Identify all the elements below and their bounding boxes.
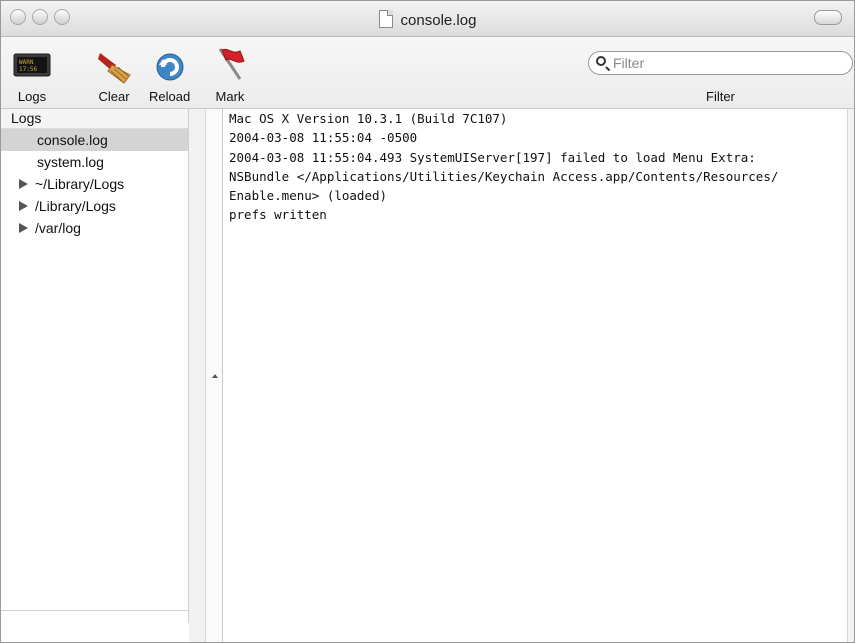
- mark-button-label: Mark: [215, 89, 245, 104]
- sidebar-item-user-library-logs[interactable]: ~/Library/Logs: [1, 173, 188, 195]
- clear-button-label: Clear: [98, 89, 130, 104]
- logs-button-label: Logs: [17, 89, 47, 104]
- sidebar-footer: [1, 610, 188, 623]
- mark-button[interactable]: Mark: [210, 45, 250, 104]
- console-line: Enable.menu> (loaded): [229, 188, 388, 204]
- window-title-text: console.log: [400, 12, 477, 29]
- reload-button-label: Reload: [149, 89, 191, 104]
- window-title: console.log: [1, 10, 854, 29]
- disclosure-triangle-icon[interactable]: [19, 223, 28, 233]
- logs-sidebar: Logs console.log system.log ~/Library/Lo…: [1, 109, 189, 623]
- sidebar-item-var-log[interactable]: /var/log: [1, 217, 188, 239]
- toolbar-toggle-button[interactable]: [814, 10, 842, 25]
- reload-button[interactable]: Reload: [149, 45, 190, 104]
- disclosure-triangle-icon[interactable]: [19, 179, 28, 189]
- svg-text:WARN: WARN: [19, 59, 34, 66]
- sidebar-item-library-logs[interactable]: /Library/Logs: [1, 195, 188, 217]
- console-scrollbar[interactable]: [847, 109, 854, 642]
- console-line: 2004-03-08 11:55:04.493 SystemUIServer[1…: [229, 149, 756, 165]
- sidebar-item-label: /var/log: [35, 220, 81, 236]
- console-line: prefs written: [229, 207, 327, 223]
- console-line: Mac OS X Version 10.3.1 (Build 7C107): [229, 111, 508, 126]
- console-log-view[interactable]: Mac OS X Version 10.3.1 (Build 7C107) 20…: [223, 109, 847, 642]
- disclosure-triangle-icon[interactable]: [19, 201, 28, 211]
- broom-icon: [94, 45, 134, 85]
- sidebar-item-label: system.log: [37, 154, 104, 170]
- console-window: console.log WARN 17:56 Logs Clear Reload…: [0, 0, 855, 643]
- sidebar-item-label: console.log: [37, 132, 108, 148]
- svg-text:17:56: 17:56: [19, 66, 37, 73]
- clear-button[interactable]: Clear: [94, 45, 134, 104]
- sidebar-item-system-log[interactable]: system.log: [1, 151, 188, 173]
- filter-input[interactable]: [588, 51, 853, 75]
- filter-label: Filter: [706, 89, 735, 104]
- document-icon: [378, 10, 393, 28]
- logs-icon: WARN 17:56: [12, 45, 52, 85]
- flag-icon: [210, 45, 250, 85]
- sidebar-item-label: ~/Library/Logs: [35, 176, 125, 192]
- console-line: NSBundle </Applications/Utilities/Keycha…: [229, 168, 779, 184]
- console-line: 2004-03-08 11:55:04 -0500: [229, 130, 418, 146]
- sidebar-header: Logs: [1, 109, 188, 129]
- title-bar[interactable]: console.log: [1, 1, 854, 37]
- collapse-caret-icon[interactable]: [212, 374, 218, 378]
- sidebar-item-label: /Library/Logs: [35, 198, 116, 214]
- logs-button[interactable]: WARN 17:56 Logs: [12, 45, 52, 104]
- toolbar: WARN 17:56 Logs Clear Reload Mark Filter…: [1, 37, 854, 109]
- split-view-divider[interactable]: [189, 109, 223, 642]
- sidebar-item-console-log[interactable]: console.log: [1, 129, 188, 151]
- search-icon: [596, 56, 606, 66]
- filter-search: [588, 51, 853, 75]
- reload-icon: [150, 45, 190, 85]
